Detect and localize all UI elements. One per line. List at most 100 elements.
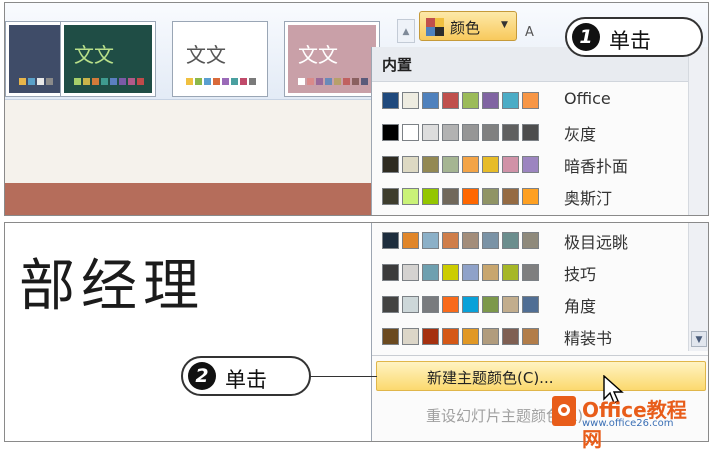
callout-leader-line: [305, 376, 377, 377]
color-swatch: [462, 124, 479, 141]
theme-color-swatch: [307, 78, 314, 85]
theme-color-swatch: [316, 78, 323, 85]
color-swatch: [502, 296, 519, 313]
color-swatch: [422, 156, 439, 173]
color-swatch: [422, 232, 439, 249]
callout-text: 单击: [609, 29, 651, 53]
palette-name: 极目远眺: [564, 233, 629, 252]
palette-option[interactable]: 暗香扑面: [376, 149, 694, 179]
top-screenshot-panel: 文文 文文 文文 ▲ 颜色 ▼ A 内置 Office 灰度 暗香扑面 奥斯汀 1 单…: [4, 2, 709, 216]
theme-color-swatch: [334, 78, 341, 85]
color-swatch: [382, 156, 399, 173]
color-swatch: [402, 92, 419, 109]
color-swatch: [382, 296, 399, 313]
color-swatch: [382, 188, 399, 205]
theme-color-swatch: [213, 78, 220, 85]
color-swatch: [402, 328, 419, 345]
theme-swatch-row: [186, 78, 256, 85]
new-theme-colors-item[interactable]: 新建主题颜色(C)...: [376, 361, 706, 391]
palette-swatches: [382, 92, 539, 109]
color-swatch: [422, 296, 439, 313]
theme-thumbnail-3[interactable]: 文文: [172, 21, 268, 97]
theme-swatch-row: [74, 78, 144, 85]
color-swatch: [462, 156, 479, 173]
palette-name: 技巧: [564, 265, 597, 284]
theme-color-swatch: [195, 78, 202, 85]
color-swatch: [502, 264, 519, 281]
color-swatch: [442, 296, 459, 313]
color-swatch: [502, 92, 519, 109]
color-swatch: [382, 92, 399, 109]
color-swatch: [482, 188, 499, 205]
dropdown-divider: [372, 355, 708, 356]
theme-color-swatch: [110, 78, 117, 85]
step-number-badge: 2: [188, 362, 216, 390]
palette-swatches: [382, 264, 539, 281]
theme-thumbnail-2[interactable]: 文文: [60, 21, 156, 97]
theme-thumbnail-4[interactable]: 文文: [284, 21, 380, 97]
palette-swatches: [382, 124, 539, 141]
dropdown-scrollbar[interactable]: [688, 47, 708, 215]
color-swatch: [522, 156, 539, 173]
color-swatch: [462, 328, 479, 345]
color-swatch: [402, 124, 419, 141]
theme-swatch-row: [298, 78, 368, 85]
dropdown-scrollbar[interactable]: ▼: [688, 223, 708, 351]
palette-option[interactable]: 技巧: [376, 257, 694, 287]
color-swatch: [402, 264, 419, 281]
theme-color-swatch: [361, 78, 368, 85]
color-swatch: [402, 188, 419, 205]
theme-color-swatch: [37, 78, 44, 85]
color-swatch: [502, 156, 519, 173]
color-swatch: [502, 232, 519, 249]
color-swatch: [522, 264, 539, 281]
theme-color-swatch: [352, 78, 359, 85]
colors-button[interactable]: 颜色 ▼: [419, 11, 517, 41]
palette-option[interactable]: 灰度: [376, 117, 694, 147]
palette-swatches: [382, 156, 539, 173]
color-swatch: [382, 264, 399, 281]
palette-name: 奥斯汀: [564, 189, 613, 208]
theme-gallery-scroll-up[interactable]: ▲: [397, 19, 415, 43]
color-swatch: [382, 124, 399, 141]
theme-color-swatch: [186, 78, 193, 85]
palette-option[interactable]: 角度: [376, 289, 694, 319]
color-swatch: [482, 156, 499, 173]
scroll-down-icon[interactable]: ▼: [691, 331, 707, 347]
callout-step-2: 2 单击: [181, 356, 311, 396]
color-swatch: [522, 188, 539, 205]
theme-color-swatch: [128, 78, 135, 85]
slide-area: [5, 100, 375, 183]
section-label-builtin: 内置: [382, 56, 413, 74]
theme-color-swatch: [249, 78, 256, 85]
color-swatch: [522, 124, 539, 141]
color-swatch: [522, 328, 539, 345]
color-swatch: [422, 188, 439, 205]
theme-color-swatch: [46, 78, 53, 85]
color-swatch: [482, 232, 499, 249]
color-swatch: [442, 232, 459, 249]
theme-title-text: 文文: [298, 43, 338, 67]
office-logo-icon: [552, 396, 576, 426]
color-swatch: [422, 328, 439, 345]
theme-color-swatch: [92, 78, 99, 85]
palette-option[interactable]: 极目远眺: [376, 225, 694, 255]
new-theme-colors-label: 新建主题颜色(C)...: [427, 369, 554, 387]
theme-color-swatch: [19, 78, 26, 85]
theme-color-swatch: [222, 78, 229, 85]
theme-color-swatch: [101, 78, 108, 85]
color-swatch: [462, 296, 479, 313]
theme-color-swatch: [231, 78, 238, 85]
chevron-down-icon: ▼: [501, 20, 508, 30]
color-swatch: [462, 92, 479, 109]
palette-option[interactable]: 奥斯汀: [376, 181, 694, 211]
palette-option[interactable]: Office: [376, 85, 694, 115]
color-swatch: [442, 124, 459, 141]
color-palette-icon: [426, 18, 444, 36]
ribbon-peek-text: A: [525, 25, 534, 40]
color-swatch: [442, 92, 459, 109]
palette-option[interactable]: 精装书: [376, 321, 694, 351]
slide-title-text: 部经理: [19, 254, 205, 319]
color-swatch: [422, 124, 439, 141]
color-swatch: [462, 188, 479, 205]
